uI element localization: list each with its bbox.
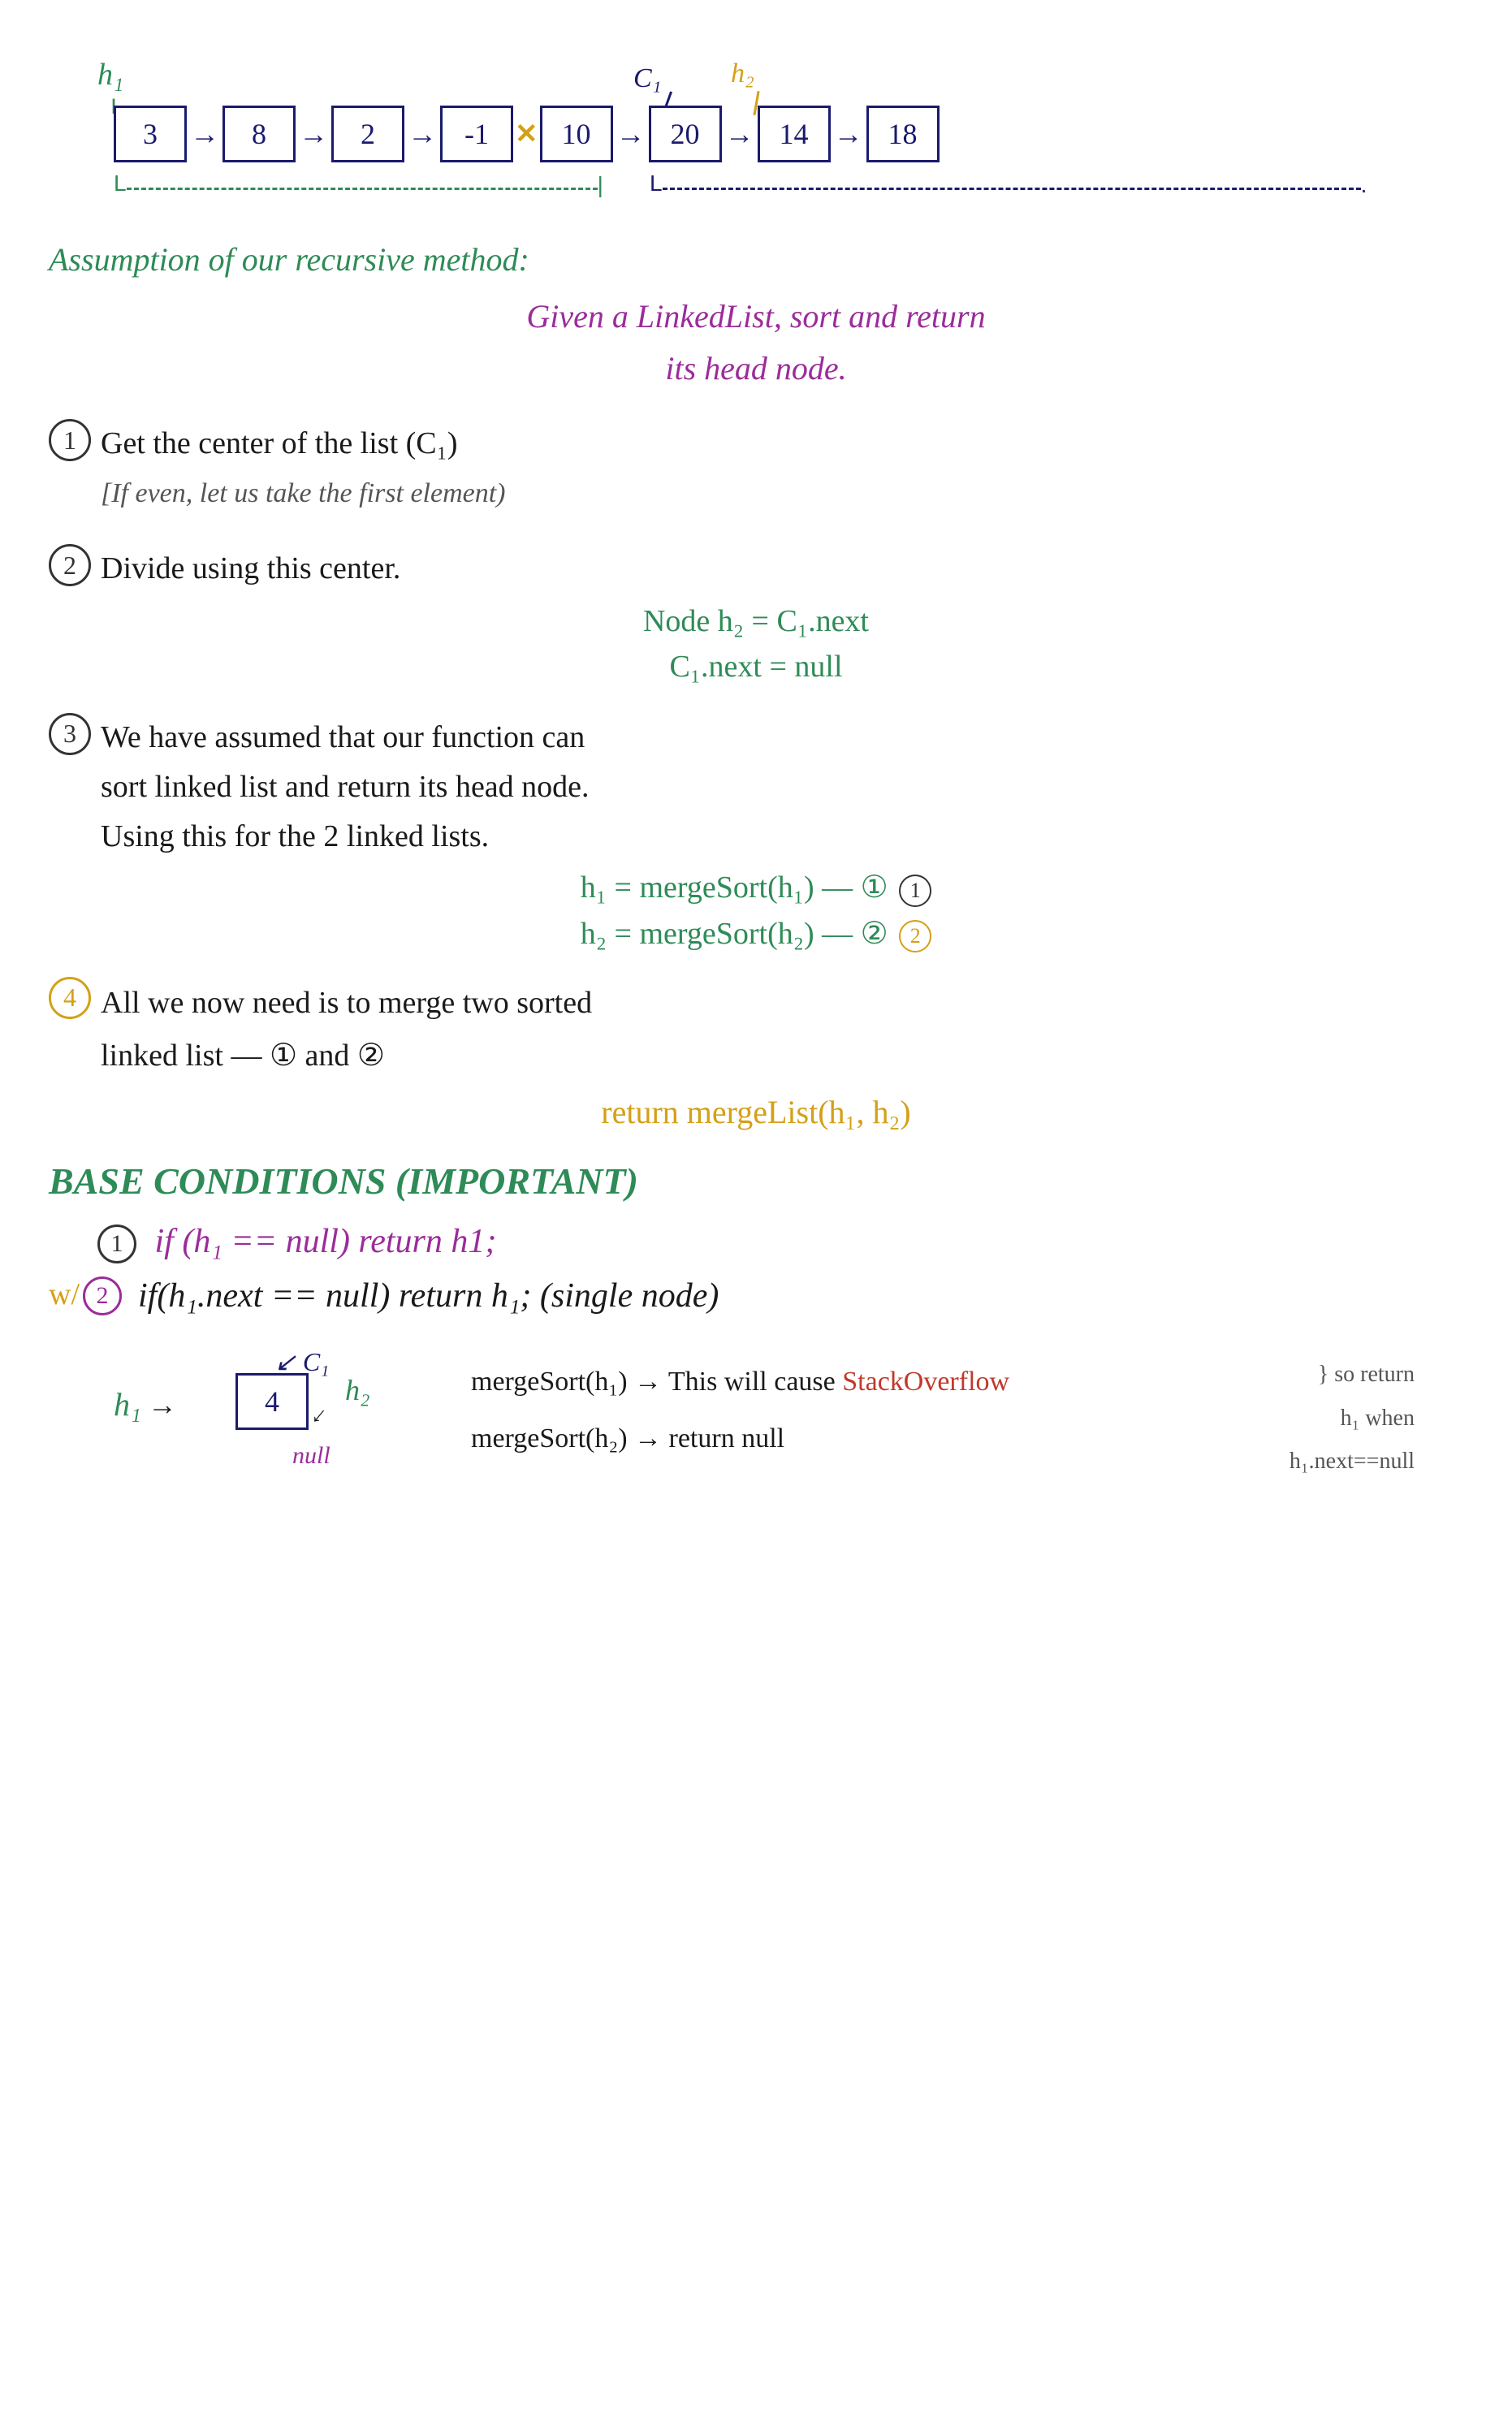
bc2-w-label: w/ [49, 1276, 80, 1312]
bdr-line2: mergeSort(h₂) → return null [471, 1411, 1009, 1466]
assumption-body: Given a LinkedList, sort and return its … [49, 291, 1463, 395]
step1-block: 1 Get the center of the list (C₁) [If ev… [49, 419, 1463, 516]
circle-2: 2 [899, 920, 931, 952]
arrow-6: → [722, 106, 758, 162]
step2-header: 2 Divide using this center. [49, 544, 1463, 594]
bd-arrow: → [148, 1388, 177, 1422]
nodes-row: 3 → 8 → 2 → -1 ✕ 10 → 20 → 14 → 18 [114, 106, 940, 162]
node-14: 14 [758, 106, 831, 162]
step2-block: 2 Divide using this center. Node h₂ = C₁… [49, 544, 1463, 685]
bottom-diagram: h₁ → ↙ C₁ 4 ↓ null h₂ mergeSort(h₁) → Th… [49, 1328, 1463, 1515]
circle-1: 1 [899, 875, 931, 907]
assumption-line2: its head node. [49, 343, 1463, 395]
step4-line2: linked list — ① and ② [101, 1030, 592, 1082]
step4-text: All we now need is to merge two sorted l… [101, 977, 592, 1082]
step3-circle: 3 [49, 713, 91, 755]
arrow-7: → [831, 106, 866, 162]
arrow-2: → [296, 106, 331, 162]
ann1: } so return [1290, 1353, 1415, 1396]
bc2-text: if(h₁.next == null) return h₁; (single n… [138, 1276, 719, 1315]
bd-box: 4 [235, 1373, 309, 1430]
step2-text: Divide using this center. [101, 544, 1463, 594]
bd-down-arrow: ↓ [306, 1402, 333, 1431]
step4-circle: 4 [49, 977, 91, 1019]
dashed-left: L | [114, 169, 603, 198]
node-8: 8 [222, 106, 296, 162]
step2-circle: 2 [49, 544, 91, 586]
ann3: h₁.next==null [1290, 1440, 1415, 1483]
step3-block: 3 We have assumed that our function can … [49, 713, 1463, 952]
linked-list-diagram: h₁ ↳ C₁ h₂ 3 → 8 → 2 → -1 ✕ 10 → 20 → [49, 49, 1463, 211]
assumption-line1: Given a LinkedList, sort and return [49, 291, 1463, 343]
bd-h2-label: h₂ [345, 1373, 370, 1407]
step3-line1: We have assumed that our function can [101, 713, 1463, 762]
node-3: 3 [114, 106, 187, 162]
bd-right-text: mergeSort(h₁) → This will cause StackOve… [471, 1353, 1009, 1466]
step1-main: Get the center of the list (C₁) [101, 419, 1463, 469]
node-minus1: -1 [440, 106, 513, 162]
bdr-overflow: StackOverflow [842, 1367, 1009, 1397]
h2-label: h₂ [731, 58, 754, 89]
assumption-title: Assumption of our recursive method: [49, 235, 1463, 284]
bc1-circle: 1 [97, 1224, 136, 1263]
c1-label: C₁ [633, 63, 662, 94]
step3-line3: Using this for the 2 linked lists. [101, 812, 1463, 862]
base-conditions-title: BASE CONDITIONS (IMPORTANT) [49, 1160, 1463, 1203]
node-20: 20 [649, 106, 722, 162]
arrow-5: → [613, 106, 649, 162]
bdr-annotation: } so return h₁ when h₁.next==null [1290, 1353, 1415, 1483]
step1-header: 1 Get the center of the list (C₁) [If ev… [49, 419, 1463, 516]
step3-text: We have assumed that our function can so… [101, 713, 1463, 861]
node-10: 10 [540, 106, 613, 162]
step4-line1: All we now need is to merge two sorted [101, 977, 592, 1030]
step3-line2: sort linked list and return its head nod… [101, 762, 1463, 812]
step4-block: 4 All we now need is to merge two sorted… [49, 977, 1463, 1131]
bdr-line1: mergeSort(h₁) → This will cause StackOve… [471, 1353, 1009, 1410]
step2-code2: C₁.next = null [49, 649, 1463, 685]
step1-text: Get the center of the list (C₁) [If even… [101, 419, 1463, 516]
bc1-block: 1 if (h₁ == null) return h1; [97, 1222, 1463, 1263]
ann2: h₁ when [1290, 1397, 1415, 1440]
merge-lines: h₁ = mergeSort(h₁) — ① 1 h₂ = mergeSort(… [49, 869, 1463, 952]
merge-line2: h₂ = mergeSort(h₂) — ② 2 [49, 915, 1463, 952]
bd-left: h₁ → [114, 1385, 177, 1423]
node-2: 2 [331, 106, 404, 162]
arrow-1: → [187, 106, 222, 162]
step3-header: 3 We have assumed that our function can … [49, 713, 1463, 861]
h1-label: h₁ [97, 57, 123, 93]
dashed-right: L . [650, 169, 1367, 198]
page: h₁ ↳ C₁ h₂ 3 → 8 → 2 → -1 ✕ 10 → 20 → [0, 0, 1512, 2436]
merge-line1: h₁ = mergeSort(h₁) — ① 1 [49, 869, 1463, 906]
bd-null-label: null [292, 1442, 330, 1470]
base-conditions-header: BASE CONDITIONS (IMPORTANT) [49, 1160, 1463, 1203]
return-line: return mergeList(h₁, h₂) [49, 1093, 1463, 1131]
step2-code1: Node h₂ = C₁.next [49, 603, 1463, 639]
step4-header: 4 All we now need is to merge two sorted… [49, 977, 1463, 1082]
bc2-block: w/ 2 if(h₁.next == null) return h₁; (sin… [49, 1276, 1463, 1315]
step1-sub: [If even, let us take the first element) [101, 472, 1463, 516]
node-18: 18 [866, 106, 940, 162]
cross-x: ✕ [513, 106, 540, 162]
arrow-3: → [404, 106, 440, 162]
bd-h1: h₁ [114, 1385, 141, 1423]
step1-circle: 1 [49, 419, 91, 461]
bc2-circle: 2 [83, 1276, 122, 1315]
assumption-block: Assumption of our recursive method: Give… [49, 235, 1463, 395]
